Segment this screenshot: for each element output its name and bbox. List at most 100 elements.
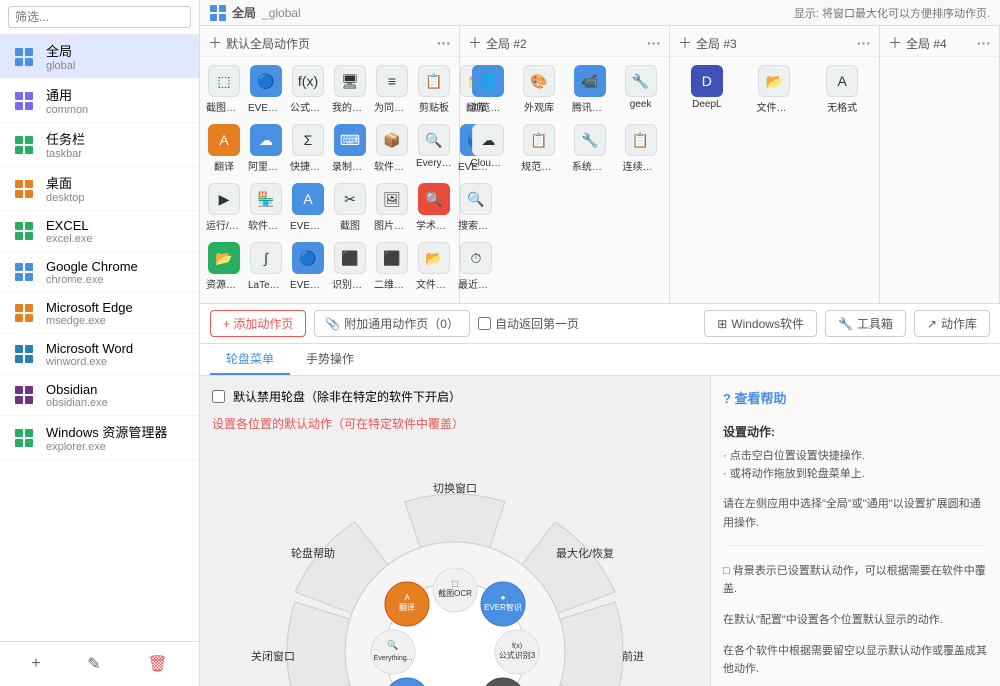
help-link[interactable]: ? 查看帮助 [723,388,988,407]
svg-text:A: A [404,593,410,602]
sidebar-item-edge[interactable]: Microsoft Edgemsedge.exe [0,293,199,334]
action-icon-img-0-17: ✂ [334,183,366,215]
action-icon-0-8[interactable]: ☁阿里云盘 [246,120,286,177]
delete-item-button[interactable]: 🗑 [139,650,175,678]
action-icon-0-23[interactable]: 🔵EVER录... [288,238,328,295]
action-icon-0-19[interactable]: 🔍学术搜索... [414,179,454,236]
edit-item-button[interactable]: ✎ [79,650,108,678]
action-icon-0-21[interactable]: 📂资源管理 [204,238,244,295]
tab-more-2[interactable]: ··· [857,35,871,51]
action-icon-0-9[interactable]: Σ快捷统计 [288,120,328,177]
action-icon-1-7[interactable]: 📋连续复制... [616,120,665,177]
tab-more-1[interactable]: ··· [647,35,661,51]
action-icon-0-10[interactable]: ⌨ 录制键盘 [330,120,370,177]
action-icon-0-17[interactable]: ✂截图 [330,179,370,236]
action-icon-1-2[interactable]: 📹腾讯会议 [566,61,615,118]
action-icons-grid-2: DDeepL📂文件分类A无格式 [670,57,879,122]
action-icon-0-2[interactable]: f(x)公式识别3 [288,61,328,118]
action-icon-0-15[interactable]: 🏪软件商店 [246,179,286,236]
action-icon-0-7[interactable]: A翻译 [204,120,244,177]
action-icon-0-1[interactable]: 🔵EVER智识 [246,61,286,118]
action-icon-2-2[interactable]: A无格式 [809,61,875,118]
action-icon-img-0-1: 🔵 [250,65,282,97]
action-icon-img-0-15: 🏪 [250,183,282,215]
action-icon-1-5[interactable]: 📋规范粘贴 [515,120,564,177]
sidebar-item-global[interactable]: 全局global [0,35,199,79]
action-lib-label: 动作库 [941,315,977,332]
action-icon-0-5[interactable]: 📋剪贴板 [414,61,454,118]
add-item-button[interactable]: + [23,650,48,678]
sidebar-filter[interactable] [0,0,199,35]
tab-more-0[interactable]: ··· [437,35,451,51]
action-icons-grid-1: 🌐浏览程序...🎨外观库📹腾讯会议🔧geek ☁CloudSync📋规范粘贴🔧系统… [460,57,669,181]
action-icon-img-0-21: 📂 [208,242,240,274]
action-icon-0-22[interactable]: ∫LaTeX公... [246,238,286,295]
sidebar-item-chrome[interactable]: Google Chromechrome.exe [0,252,199,293]
svg-text:前进: 前进 [622,649,644,663]
sidebar-item-taskbar[interactable]: 任务栏taskbar [0,123,199,167]
auto-back-checkbox[interactable] [478,317,491,330]
toolbox-button[interactable]: 🔧 工具箱 [825,310,906,337]
action-icon-0-3[interactable]: 🖥我的电脑 [330,61,370,118]
action-icon-1-0[interactable]: 🌐浏览程序... [464,61,513,118]
action-icon-1-1[interactable]: 🎨外观库 [515,61,564,118]
action-icon-img-0-9: Σ [292,124,324,156]
sidebar-name-word: Microsoft Word [46,341,133,356]
action-icon-0-12[interactable]: 🔍Everythi... [414,120,454,177]
auto-back-label[interactable]: 自动返回第一页 [478,315,579,332]
action-icon-img-0-8: ☁ [250,124,282,156]
action-icon-label-0-10: 录制键盘 [332,158,368,173]
tab-add-icon-2[interactable]: ＋ [678,33,692,53]
action-icon-img-0-2: f(x) [292,65,324,97]
tab-more-3[interactable]: ··· [977,35,991,51]
tab-add-icon-1[interactable]: ＋ [468,33,482,53]
action-icon-img-0-10: ⌨ [334,124,366,156]
action-icon-0-16[interactable]: AEVER翻译 [288,179,328,236]
windows-icon: ⊞ [717,317,727,331]
sidebar-item-common[interactable]: 通用common [0,79,199,123]
attach-button[interactable]: 📎 附加通用动作页（0） [314,310,470,337]
action-icon-1-6[interactable]: 🔧系统工具箱 [566,120,615,177]
action-icon-0-4[interactable]: ≡为同类文... [372,61,412,118]
tab-wheel[interactable]: 轮盘菜单 [210,344,290,375]
sidebar-item-explorer[interactable]: Windows 资源管理器explorer.exe [0,416,199,460]
action-icon-0-26[interactable]: 📂文件分类 [414,238,454,295]
tab-add-icon-3[interactable]: ＋ [888,33,902,53]
action-icon-1-4[interactable]: ☁CloudSync [464,120,513,177]
action-tab-header-3: ＋全局 #4··· [880,30,999,57]
filter-input[interactable] [8,6,191,28]
windows-software-button[interactable]: ⊞ Windows软件 [704,310,817,337]
sidebar-name-obsidian: Obsidian [46,382,108,397]
svg-text:●: ● [501,593,506,602]
add-action-button[interactable]: + 添加动作页 [210,310,306,337]
attach-icon: 📎 [325,317,340,331]
tab-add-icon-0[interactable]: ＋ [208,33,222,53]
sidebar-sub-taskbar: taskbar [46,148,85,160]
sidebar-item-desktop[interactable]: 桌面desktop [0,167,199,211]
action-lib-button[interactable]: ↗ 动作库 [914,310,990,337]
action-icon-0-24[interactable]: ⬛识别二维码 [330,238,370,295]
action-icon-1-3[interactable]: 🔧geek [616,61,665,118]
tab-gesture[interactable]: 手势操作 [290,344,370,375]
action-icon-0-0[interactable]: ⬚截图OCR [204,61,244,118]
action-icon-label-0-5: 剪贴板 [419,99,449,114]
disable-wheel-checkbox[interactable] [212,390,225,403]
action-icon-img-0-0: ⬚ [208,65,240,97]
sidebar-item-word[interactable]: Microsoft Wordwinword.exe [0,334,199,375]
svg-text:公式识别3: 公式识别3 [499,650,536,660]
sidebar-footer: + ✎ 🗑 [0,641,199,686]
action-icon-0-14[interactable]: ▶运行/终中... [204,179,244,236]
action-icon-0-11[interactable]: 📦软件管理... [372,120,412,177]
action-icon-2-1[interactable]: 📂文件分类 [742,61,808,118]
action-icon-0-25[interactable]: ⬛二维码工具 [372,238,412,295]
content-right: ? 查看帮助 设置动作: · 点击空白位置设置快捷操作. · 或将动作拖放到轮盘… [710,376,1000,686]
toolbar: + 添加动作页 📎 附加通用动作页（0） 自动返回第一页 ⊞ Windows软件… [200,304,1000,344]
action-icon-0-18[interactable]: 🖼图片压缩 [372,179,412,236]
sidebar-icon-explorer [10,424,38,452]
sidebar-item-obsidian[interactable]: Obsidianobsidian.exe [0,375,199,416]
setup-text: · 点击空白位置设置快捷操作. · 或将动作拖放到轮盘菜单上. [723,448,988,483]
sidebar-item-excel[interactable]: EXCELexcel.exe [0,211,199,252]
svg-text:切换窗口: 切换窗口 [433,481,477,495]
action-icon-label-0-18: 图片压缩 [374,217,410,232]
action-icon-2-0[interactable]: DDeepL [674,61,740,118]
